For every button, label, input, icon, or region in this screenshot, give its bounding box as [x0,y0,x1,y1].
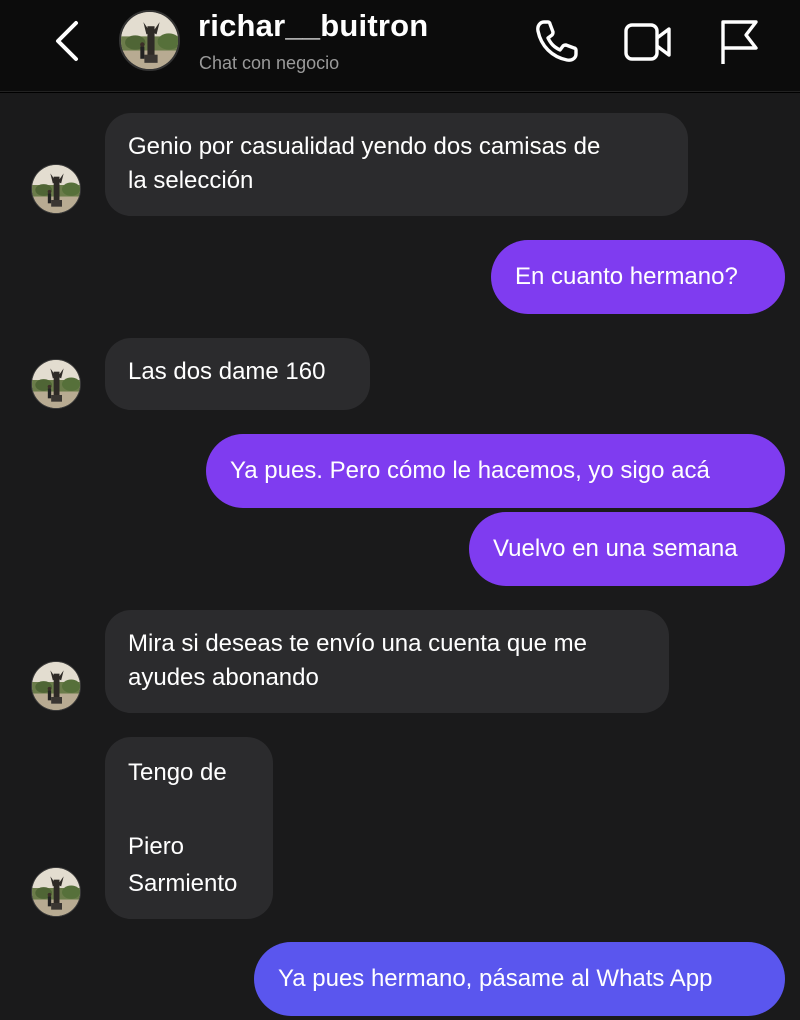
contact-avatar[interactable] [31,359,81,409]
contact-avatar[interactable] [31,867,81,917]
outgoing-message[interactable]: Vuelvo en una semana [469,512,785,586]
back-button[interactable] [48,18,88,64]
contact-avatar[interactable] [31,164,81,214]
incoming-message[interactable]: Mira si deseas te envío una cuenta que m… [105,610,669,713]
contact-avatar[interactable] [31,661,81,711]
chat-type-label: Chat con negocio [199,53,340,73]
chat-header: richar__buitron Chat con negocio [0,0,800,92]
back-icon [56,21,78,61]
report-button[interactable] [714,16,766,68]
message-thread[interactable]: Genio por casualidad yendo dos camisas d… [0,93,800,1020]
video-call-button[interactable] [622,16,674,68]
incoming-message[interactable]: Genio por casualidad yendo dos camisas d… [105,113,688,216]
avatar[interactable] [119,10,180,71]
profile-photo [32,662,81,711]
outgoing-message[interactable]: Ya pues hermano, pásame al Whats App [254,942,785,1016]
video-icon [624,23,671,61]
flag-icon [721,20,758,64]
profile-photo [32,868,81,917]
incoming-message[interactable]: Tengo de Piero Sarmiento [105,737,273,919]
incoming-message[interactable]: Las dos dame 160 [105,338,370,410]
outgoing-message[interactable]: En cuanto hermano? [491,240,785,314]
profile-photo [121,12,180,71]
outgoing-message[interactable]: Ya pues. Pero cómo le hacemos, yo sigo a… [206,434,785,508]
phone-icon [536,20,578,62]
profile-photo [32,360,81,409]
profile-photo [32,165,81,214]
contact-username[interactable]: richar__buitron [198,8,428,44]
call-button[interactable] [530,16,582,68]
